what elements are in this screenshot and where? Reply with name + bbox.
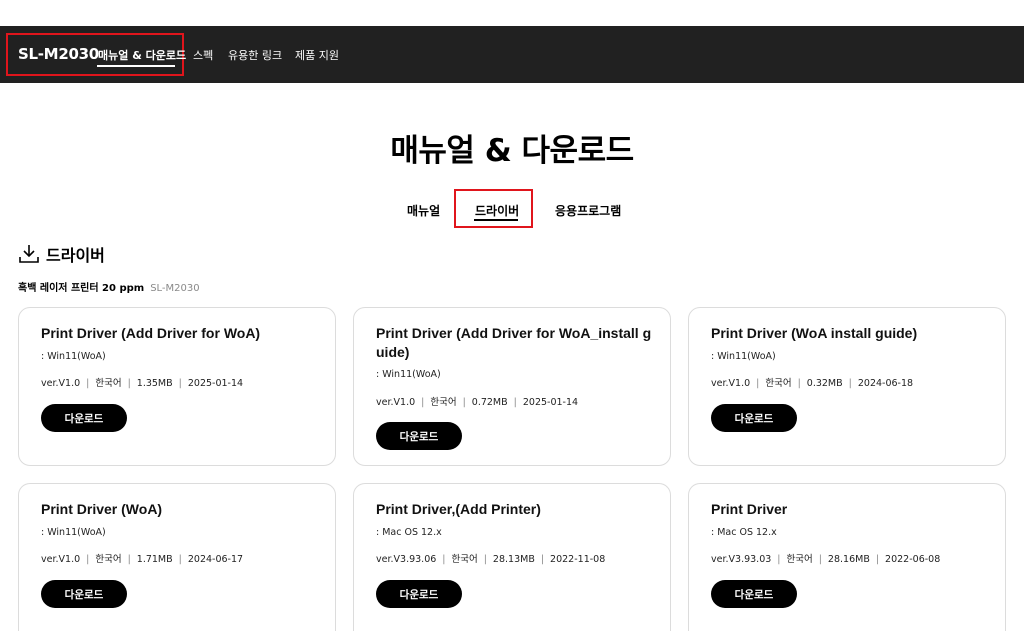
driver-card: Print Driver (WoA install guide) : Win11… — [688, 307, 1006, 466]
nav-active-underline — [97, 65, 175, 67]
tab-application[interactable]: 응용프로그램 — [555, 202, 621, 219]
driver-card: Print Driver (WoA) : Win11(WoA) ver.V1.0… — [18, 483, 336, 631]
card-size: 0.72MB — [471, 397, 508, 408]
tab-manual[interactable]: 매뉴얼 — [407, 202, 440, 219]
card-date: 2025-01-14 — [187, 378, 244, 389]
card-title: Print Driver (Add Driver for WoA) — [41, 325, 261, 341]
download-button[interactable]: 다운로드 — [41, 404, 127, 432]
download-button[interactable]: 다운로드 — [376, 580, 462, 608]
card-version: ver.V1.0 — [376, 397, 416, 408]
section-title: 드라이버 — [46, 246, 105, 265]
card-language: 한국어 — [786, 554, 813, 565]
page-title: 매뉴얼 & 다운로드 — [390, 133, 634, 169]
card-language: 한국어 — [95, 554, 122, 565]
product-description: 흑백 레이저 프린터 20 ppm — [18, 283, 145, 294]
product-model: SL-M2030 — [150, 283, 200, 294]
nav-item-product-support[interactable]: 제품 지원 — [295, 47, 339, 63]
card-meta: ver.V1.0 | 한국어 | 1.71MB | 2024-06-17 — [41, 554, 244, 565]
product-line: 흑백 레이저 프린터 20 ppm SL-M2030 — [18, 279, 200, 294]
card-date: 2025-01-14 — [522, 397, 579, 408]
driver-card: Print Driver (Add Driver for WoA_install… — [353, 307, 671, 466]
card-size: 1.71MB — [136, 554, 173, 565]
card-title: Print Driver (WoA install guide) — [711, 325, 918, 341]
section-heading: 드라이버 — [18, 242, 105, 266]
card-date: 2022-06-08 — [885, 554, 941, 565]
card-date: 2024-06-17 — [187, 554, 244, 565]
top-nav-bar: SL-M2030 매뉴얼 & 다운로드 스펙 유용한 링크 제품 지원 — [0, 26, 1024, 83]
card-date: 2024-06-18 — [857, 378, 914, 389]
tab-active-underline — [474, 219, 518, 221]
card-version: ver.V1.0 — [41, 554, 81, 565]
nav-item-useful-links[interactable]: 유용한 링크 — [228, 47, 282, 63]
download-button[interactable]: 다운로드 — [41, 580, 127, 608]
card-title: Print Driver,(Add Printer) — [376, 501, 541, 517]
card-version: ver.V1.0 — [711, 378, 751, 389]
download-button[interactable]: 다운로드 — [711, 404, 797, 432]
card-size: 28.16MB — [827, 554, 870, 565]
card-meta: ver.V1.0 | 한국어 | 0.32MB | 2024-06-18 — [711, 378, 914, 389]
driver-card: Print Driver (Add Driver for WoA) : Win1… — [18, 307, 336, 466]
card-date: 2022-11-08 — [550, 554, 606, 565]
driver-card: Print Driver,(Add Printer) : Mac OS 12.x… — [353, 483, 671, 631]
card-version: ver.V3.93.03 — [711, 554, 772, 565]
card-language: 한국어 — [451, 554, 478, 565]
card-meta: ver.V1.0 | 한국어 | 1.35MB | 2025-01-14 — [41, 378, 244, 389]
card-language: 한국어 — [765, 378, 792, 389]
card-os: : Mac OS 12.x — [376, 527, 442, 538]
card-meta: ver.V1.0 | 한국어 | 0.72MB | 2025-01-14 — [376, 397, 579, 408]
card-title: Print Driver — [711, 501, 788, 517]
download-button[interactable]: 다운로드 — [711, 580, 797, 608]
card-size: 28.13MB — [492, 554, 535, 565]
card-os: : Win11(WoA) — [41, 351, 106, 362]
card-version: ver.V3.93.06 — [376, 554, 437, 565]
driver-card: Print Driver : Mac OS 12.x ver.V3.93.03 |… — [688, 483, 1006, 631]
card-meta: ver.V3.93.03 | 한국어 | 28.16MB | 2022-06-08 — [711, 554, 941, 565]
download-button[interactable]: 다운로드 — [376, 422, 462, 450]
download-icon — [19, 245, 39, 263]
card-title: Print Driver (Add Driver for WoA_install… — [376, 325, 652, 360]
card-os: : Mac OS 12.x — [711, 527, 777, 538]
nav-item-spec[interactable]: 스펙 — [193, 47, 213, 63]
card-size: 1.35MB — [136, 378, 173, 389]
card-version: ver.V1.0 — [41, 378, 81, 389]
card-size: 0.32MB — [806, 378, 843, 389]
nav-item-manual-download[interactable]: 매뉴얼 & 다운로드 — [98, 47, 186, 63]
tab-driver[interactable]: 드라이버 — [475, 202, 519, 219]
card-os: : Win11(WoA) — [711, 351, 776, 362]
card-language: 한국어 — [95, 378, 122, 389]
card-language: 한국어 — [430, 397, 457, 408]
card-title: Print Driver (WoA) — [41, 501, 163, 517]
card-meta: ver.V3.93.06 | 한국어 | 28.13MB | 2022-11-08 — [376, 554, 606, 565]
model-name[interactable]: SL-M2030 — [18, 45, 99, 63]
card-os: : Win11(WoA) — [376, 369, 441, 380]
card-os: : Win11(WoA) — [41, 527, 106, 538]
